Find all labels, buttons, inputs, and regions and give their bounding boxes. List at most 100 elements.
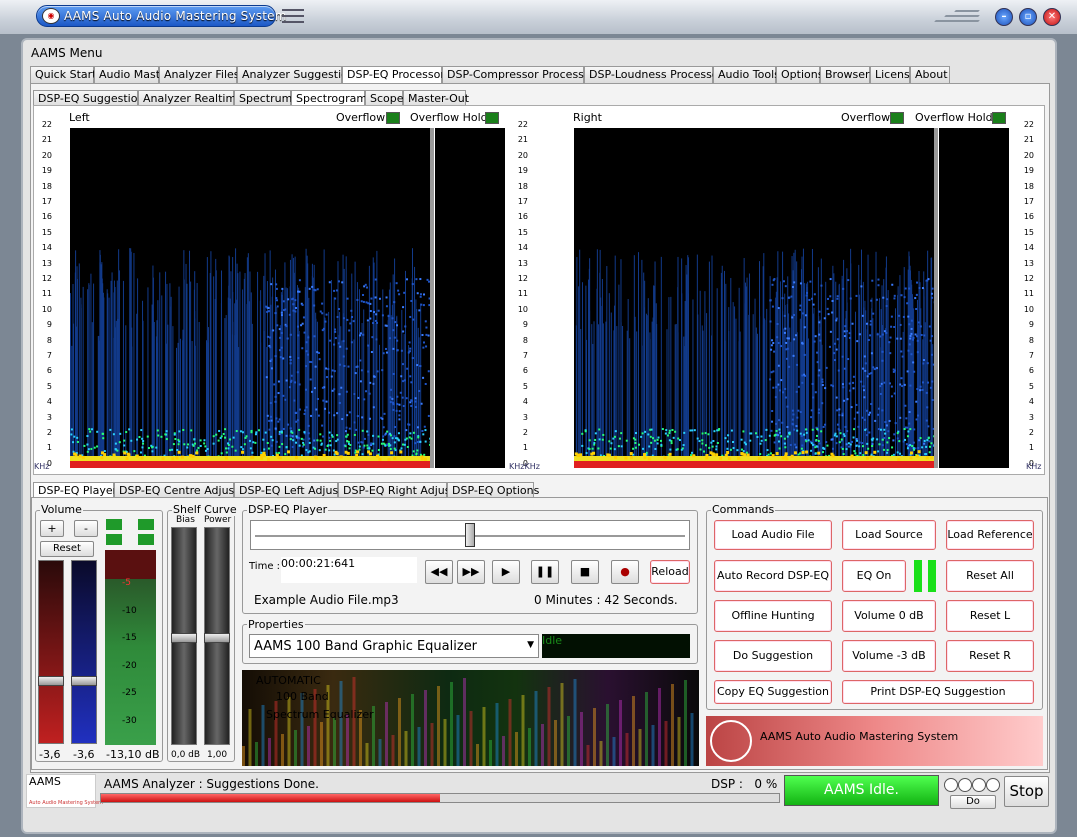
seek-bar[interactable] bbox=[250, 520, 690, 550]
bias-thumb[interactable] bbox=[171, 633, 197, 643]
reset-r-button[interactable]: Reset R bbox=[946, 640, 1034, 672]
copy-eq-suggestion-button[interactable]: Copy EQ Suggestion bbox=[714, 680, 832, 704]
eq-type-select[interactable]: AAMS 100 Band Graphic Equalizer ▼ bbox=[249, 634, 539, 658]
tab-about[interactable]: About bbox=[910, 66, 950, 83]
reload-button[interactable]: Reload bbox=[650, 560, 690, 584]
freq-tick: 11 bbox=[41, 289, 52, 299]
freq-tick: 1 bbox=[1028, 443, 1034, 453]
commands-label: Commands bbox=[711, 503, 776, 516]
banner-line3: Spectrum Equalizer bbox=[266, 708, 374, 721]
status-logo-text: AAMS bbox=[29, 775, 61, 788]
freq-tick: 16 bbox=[41, 212, 52, 222]
freq-tick: 8 bbox=[46, 335, 52, 345]
aams-idle-indicator: AAMS Idle. bbox=[784, 775, 939, 806]
spectrogram-left bbox=[70, 128, 430, 468]
volume-right-thumb[interactable] bbox=[71, 676, 97, 686]
spectrogram-right bbox=[574, 128, 934, 468]
freq-tick: 17 bbox=[41, 197, 52, 206]
freq-tick: 14 bbox=[517, 243, 528, 253]
volume-right-slider[interactable] bbox=[71, 560, 97, 744]
play-icon: ▶ bbox=[501, 565, 511, 578]
freq-tick: 5 bbox=[522, 381, 528, 391]
close-button[interactable]: ✕ bbox=[1043, 8, 1061, 26]
tab-audio-tools[interactable]: Audio Tools bbox=[713, 66, 780, 83]
freq-tick: 7 bbox=[522, 351, 528, 360]
aams-banner-logo-icon bbox=[710, 720, 752, 762]
overflow-hold-led-left bbox=[485, 112, 499, 124]
minimize-button[interactable]: – bbox=[995, 8, 1013, 26]
meter-scale-tick: -10 bbox=[122, 605, 137, 616]
tab-dsp-loudness-processor[interactable]: DSP-Loudness Processor bbox=[584, 66, 723, 83]
volume-reset-button[interactable]: Reset bbox=[40, 541, 94, 557]
power-thumb[interactable] bbox=[204, 633, 230, 643]
print-eq-suggestion-button[interactable]: Print DSP-EQ Suggestion bbox=[842, 680, 1034, 704]
power-value: 1,00 bbox=[207, 750, 228, 760]
freq-tick: 17 bbox=[1023, 197, 1034, 206]
offline-hunting-button[interactable]: Offline Hunting bbox=[714, 600, 832, 632]
menu-label: AAMS Menu bbox=[31, 46, 103, 60]
freq-tick: 9 bbox=[522, 320, 528, 330]
freq-tick: 3 bbox=[46, 412, 52, 422]
window-title: AAMS Auto Audio Mastering System bbox=[64, 9, 287, 23]
seek-thumb[interactable] bbox=[465, 523, 475, 547]
load-source-button[interactable]: Load Source bbox=[842, 520, 936, 550]
volume-left-thumb[interactable] bbox=[38, 676, 64, 686]
stop-button[interactable]: ■ bbox=[571, 560, 599, 584]
freq-tick: 9 bbox=[46, 320, 52, 330]
rewind-button[interactable]: ◀◀ bbox=[425, 560, 453, 584]
freq-tick: 15 bbox=[517, 227, 528, 237]
aams-banner: AAMS Auto Audio Mastering System bbox=[706, 716, 1043, 766]
freq-tick: 20 bbox=[1023, 150, 1034, 160]
khz-unit-middle: KHzKHz bbox=[509, 462, 540, 471]
status-progress-bar bbox=[100, 793, 780, 803]
load-reference-button[interactable]: Load Reference bbox=[946, 520, 1034, 550]
play-button[interactable]: ▶ bbox=[492, 560, 520, 584]
properties-label: Properties bbox=[247, 618, 305, 631]
meter-scale-tick: -30 bbox=[122, 715, 137, 726]
tab-options[interactable]: Options bbox=[776, 66, 823, 83]
freq-tick: 12 bbox=[1023, 274, 1034, 283]
freq-tick: 4 bbox=[522, 397, 528, 407]
overflow-label-right: Overflow bbox=[841, 111, 891, 124]
tab-dsp-eq-processor[interactable]: DSP-EQ Processor bbox=[342, 66, 445, 83]
meter-led-3 bbox=[138, 519, 154, 530]
freq-tick: 7 bbox=[1028, 351, 1034, 360]
pause-button[interactable]: ❚❚ bbox=[531, 560, 559, 584]
volume-minus3db-button[interactable]: Volume -3 dB bbox=[842, 640, 936, 672]
fast-forward-button[interactable]: ▶▶ bbox=[457, 560, 485, 584]
tab-analyzer-suggestion[interactable]: Analyzer Suggestion bbox=[237, 66, 355, 83]
eq-on-button[interactable]: EQ On bbox=[842, 560, 906, 592]
volume-minus-button[interactable]: - bbox=[74, 520, 98, 537]
maximize-button[interactable]: ▫ bbox=[1019, 8, 1037, 26]
overflow-hold-led-right bbox=[992, 112, 1006, 124]
stop-icon: ■ bbox=[579, 565, 591, 578]
freq-tick: 9 bbox=[1028, 320, 1034, 330]
reset-l-button[interactable]: Reset L bbox=[946, 600, 1034, 632]
tab-audio-master[interactable]: Audio Master bbox=[94, 66, 171, 83]
freq-tick: 10 bbox=[1023, 304, 1034, 314]
volume-left-slider[interactable] bbox=[38, 560, 64, 744]
freq-tick: 19 bbox=[1023, 166, 1034, 176]
stop-process-button[interactable]: Stop bbox=[1004, 776, 1049, 807]
do-suggestion-button[interactable]: Do Suggestion bbox=[714, 640, 832, 672]
reset-all-button[interactable]: Reset All bbox=[946, 560, 1034, 592]
record-button[interactable]: ● bbox=[611, 560, 639, 584]
load-audio-file-button[interactable]: Load Audio File bbox=[714, 520, 832, 550]
tab-dsp-compressor-processor[interactable]: DSP-Compressor Processor bbox=[442, 66, 595, 83]
khz-unit-left: KHz bbox=[34, 462, 50, 471]
tab-browser[interactable]: Browser bbox=[820, 66, 870, 83]
freq-tick: 16 bbox=[1023, 212, 1034, 222]
status-lcd: Idle bbox=[542, 634, 690, 658]
tab-quick-start[interactable]: Quick Start bbox=[30, 66, 96, 83]
hamburger-menu-icon[interactable] bbox=[282, 9, 304, 23]
tab-license[interactable]: License bbox=[870, 66, 916, 83]
volume-plus-button[interactable]: + bbox=[40, 520, 64, 537]
volume-0db-button[interactable]: Volume 0 dB bbox=[842, 600, 936, 632]
freq-tick: 15 bbox=[41, 227, 52, 237]
freq-tick: 17 bbox=[517, 197, 528, 206]
auto-record-button[interactable]: Auto Record DSP-EQ bbox=[714, 560, 832, 592]
chevron-down-icon[interactable]: ▼ bbox=[527, 640, 534, 650]
freq-tick: 18 bbox=[1023, 181, 1034, 191]
do-button[interactable]: Do bbox=[950, 795, 996, 809]
tab-analyzer-files[interactable]: Analyzer Files bbox=[159, 66, 240, 83]
